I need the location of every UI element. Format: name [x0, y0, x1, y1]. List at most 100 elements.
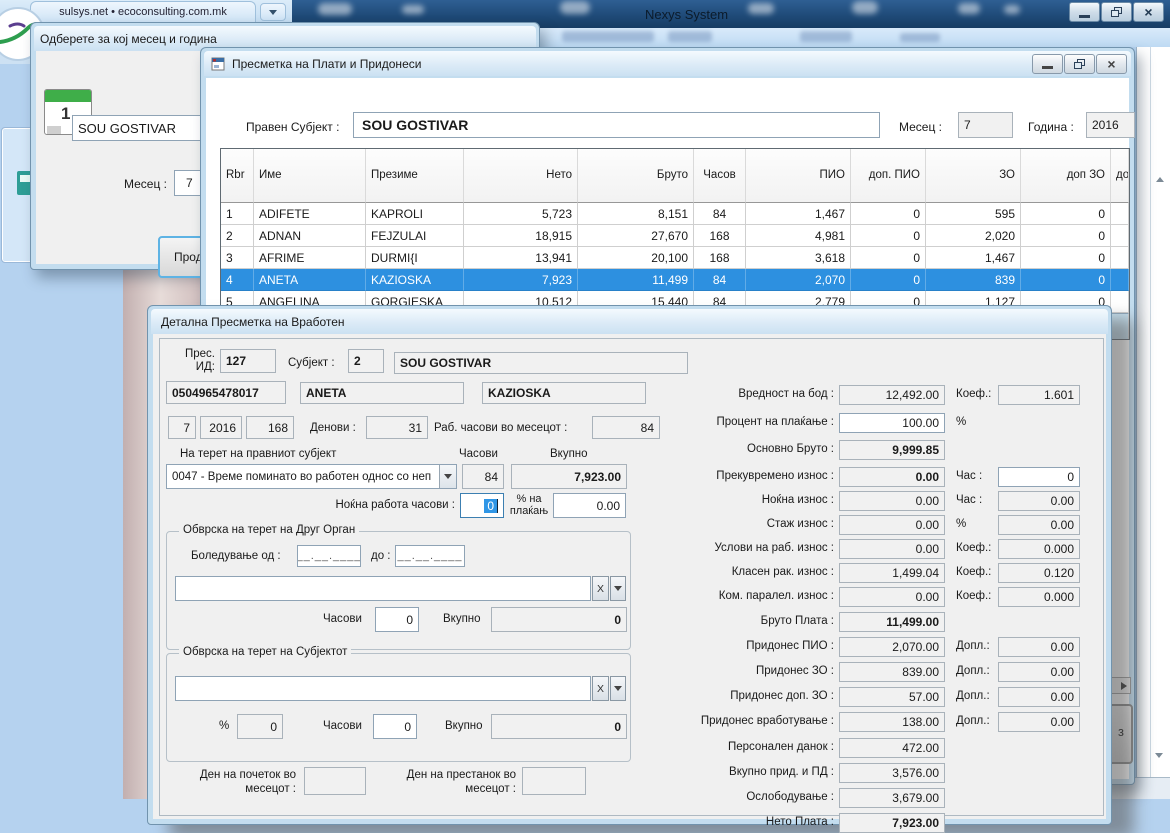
blurred-menu-fragment — [900, 33, 940, 42]
column-header[interactable]: Часов — [694, 149, 746, 203]
divider — [1150, 47, 1151, 781]
column-header[interactable]: Име — [254, 149, 366, 203]
column-header[interactable]: Бруто — [578, 149, 694, 203]
table-row[interactable]: 1ADIFETEKAPROLI5,7238,151841,46705950 — [221, 203, 1129, 225]
field-extra-label: Коеф.: — [956, 590, 1000, 602]
month-value: 7 — [964, 118, 971, 132]
field-extra-label: Коеф.: — [956, 542, 1000, 554]
column-header[interactable]: допо — [1111, 149, 1129, 203]
field-value-box: 57.00 — [839, 687, 945, 707]
payroll-window-title: Пресметка на Плати и Придонеси — [232, 57, 421, 71]
titlebar-glare — [402, 5, 424, 14]
month-value: 7 — [180, 176, 193, 190]
year-value-box: 2016 — [1086, 112, 1135, 138]
field-value-box[interactable]: 100.00 — [839, 413, 945, 433]
field-label: Придонес ЗО : — [606, 665, 834, 677]
month-label: Месец : — [124, 177, 167, 191]
scroll-up-icon[interactable] — [1156, 177, 1164, 182]
field-extra-label: % — [956, 416, 1000, 428]
table-cell: 4,981 — [746, 225, 851, 247]
legal-subject-input[interactable]: SOU GOSTIVAR — [353, 112, 880, 138]
table-cell: 0 — [1021, 247, 1111, 269]
table-cell — [1111, 225, 1129, 247]
field-label: Нето Плата : — [606, 816, 834, 828]
table-cell: 0 — [851, 269, 926, 291]
table-cell: DURMI{I — [366, 247, 464, 269]
restore-icon — [1074, 59, 1085, 69]
field-extra-label: Час : — [956, 470, 1000, 482]
nexys-close-button[interactable]: × — [1133, 2, 1164, 22]
field-extra-label: Час : — [956, 494, 1000, 506]
field-value-box: 3,679.00 — [839, 788, 945, 808]
table-row[interactable]: 3AFRIMEDURMI{I13,94120,1001683,61801,467… — [221, 247, 1129, 269]
table-cell: 2 — [221, 225, 254, 247]
table-cell: ANETA — [254, 269, 366, 291]
table-cell: AFRIME — [254, 247, 366, 269]
field-value-box: 0.00 — [839, 467, 945, 487]
scroll-down-icon[interactable] — [1155, 753, 1163, 758]
select-dialog-title: Одберете за кој месец и година — [40, 32, 217, 46]
year-value: 2016 — [1092, 118, 1119, 132]
restore-icon — [1111, 7, 1122, 17]
payroll-maximize-button[interactable] — [1064, 54, 1095, 74]
field-extra-label: Допл.: — [956, 640, 1000, 652]
field-value-box: 0.00 — [839, 539, 945, 559]
field-label: Процент на плаќање : — [606, 416, 834, 428]
field-value-box: 839.00 — [839, 662, 945, 682]
table-cell: 5,723 — [464, 203, 578, 225]
table-header-row: RbrИмеПрезимеНетоБрутоЧасовПИОдоп. ПИОЗО… — [221, 149, 1129, 203]
field-label: Класен рак. износ : — [606, 566, 834, 578]
field-extra-value-box: 0.000 — [998, 539, 1080, 559]
field-value-box: 472.00 — [839, 738, 945, 758]
table-cell: 20,100 — [578, 247, 694, 269]
nexys-minimize-button[interactable] — [1069, 2, 1100, 22]
column-header[interactable]: Rbr — [221, 149, 254, 203]
table-cell: 0 — [1021, 225, 1111, 247]
subject-value: SOU GOSTIVAR — [78, 121, 176, 136]
tab-list-button[interactable] — [260, 3, 286, 21]
table-cell: 0 — [851, 247, 926, 269]
year-label: Година : — [1028, 120, 1074, 134]
table-row[interactable]: 4ANETAKAZIOSKA7,92311,499842,07008390 — [221, 269, 1129, 291]
legal-subject-label: Правен Субјект : — [246, 120, 339, 134]
field-extra-value-box[interactable]: 0 — [998, 467, 1080, 487]
browser-tab[interactable]: sulsys.net • ecoconsulting.com.mk — [30, 1, 256, 22]
close-icon: × — [1107, 57, 1115, 71]
table-cell: 2,070 — [746, 269, 851, 291]
column-header[interactable]: доп ЗО — [1021, 149, 1111, 203]
field-label: Услови на раб. износ : — [606, 542, 834, 554]
table-cell: 1,467 — [926, 247, 1021, 269]
blurred-menu-fragment — [668, 31, 712, 42]
month-label: Месец : — [899, 120, 942, 134]
field-label: Ноќна износ : — [606, 494, 834, 506]
column-header[interactable]: ПИО — [746, 149, 851, 203]
field-extra-value-box: 0.00 — [998, 712, 1080, 732]
column-header[interactable]: ЗО — [926, 149, 1021, 203]
column-header[interactable]: Презиме — [366, 149, 464, 203]
column-header[interactable]: Нето — [464, 149, 578, 203]
table-cell: 0 — [851, 225, 926, 247]
field-label: Придонес ПИО : — [606, 640, 834, 652]
payroll-close-button[interactable]: × — [1096, 54, 1127, 74]
column-header[interactable]: доп. ПИО — [851, 149, 926, 203]
field-extra-label: Коеф.: — [956, 566, 1000, 578]
nexys-window-controls: × — [1068, 2, 1164, 22]
table-cell: 2,020 — [926, 225, 1021, 247]
table-cell — [1111, 291, 1129, 313]
field-value-box: 0.00 — [839, 515, 945, 535]
chevron-down-icon — [269, 10, 277, 15]
nexys-client-strip — [1136, 47, 1170, 781]
table-cell — [1111, 269, 1129, 291]
field-value-box: 9,999.85 — [839, 440, 945, 460]
table-cell: 1,467 — [746, 203, 851, 225]
field-label: Придонес доп. ЗО : — [606, 690, 834, 702]
totals-cell — [1111, 313, 1129, 339]
table-cell: 0 — [1021, 269, 1111, 291]
table-cell — [1111, 203, 1129, 225]
detail-body: Прес. ИД: 127 Субјект : 2 SOU GOSTIVAR 0… — [153, 334, 1106, 819]
payroll-minimize-button[interactable] — [1032, 54, 1063, 74]
table-cell: 7,923 — [464, 269, 578, 291]
table-row[interactable]: 2ADNANFEJZULAI18,91527,6701684,98102,020… — [221, 225, 1129, 247]
nexys-restore-button[interactable] — [1101, 2, 1132, 22]
subject-combobox[interactable]: SOU GOSTIVAR — [72, 115, 214, 141]
